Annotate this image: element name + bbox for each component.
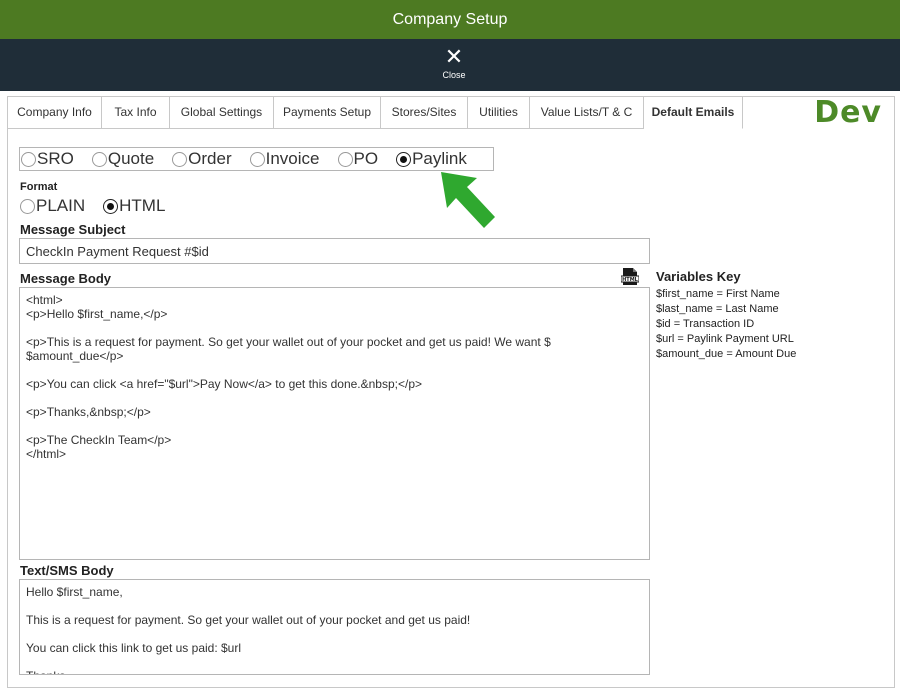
text-line: Thanks (26, 669, 643, 674)
sms-body-textarea[interactable]: Hello $first_name, This is a request for … (19, 579, 650, 675)
radio-circle (20, 198, 35, 214)
radio-paylink[interactable]: Paylink (396, 149, 467, 169)
radio-circle (21, 151, 36, 167)
tab-bar: Company Info Tax Info Global Settings Pa… (8, 97, 743, 129)
text-line: <p>This is a request for payment. So get… (26, 335, 551, 349)
html-file-icon[interactable]: HTML (621, 268, 639, 285)
tab-value-lists[interactable]: Value Lists/T & C (530, 97, 644, 129)
radio-order[interactable]: Order (172, 149, 232, 169)
text-line: </html> (26, 447, 67, 461)
text-line (26, 363, 643, 377)
variable-item: $amount_due = Amount Due (656, 348, 797, 360)
radio-circle (249, 151, 265, 167)
radio-quote[interactable]: Quote (91, 149, 155, 169)
radio-circle (337, 151, 353, 167)
radio-sro[interactable]: SRO (21, 149, 74, 169)
radio-plain[interactable]: PLAIN (20, 196, 85, 216)
radio-html[interactable]: HTML (103, 196, 165, 216)
window-title: Company Setup (392, 11, 508, 28)
radio-label: Invoice (265, 149, 320, 168)
text-line: <p>You can click <a href="$url">Pay Now<… (26, 377, 423, 391)
text-line: <html> (26, 293, 63, 307)
variable-item: $id = Transaction ID (656, 318, 755, 330)
radio-label: Paylink (412, 149, 467, 168)
variables-key-panel: Variables Key $first_name = First Name $… (656, 269, 891, 362)
format-label: Format (20, 181, 58, 193)
close-icon: ✕ (444, 45, 464, 70)
message-subject-label: Message Subject (20, 222, 126, 237)
text-line: <p>Thanks,&nbsp;</p> (26, 405, 151, 419)
variable-item: $last_name = Last Name (656, 303, 779, 315)
radio-circle-selected (396, 151, 412, 167)
email-type-radio-group: SRO Quote Order Invoice PO Paylink (21, 149, 485, 169)
text-line (26, 321, 643, 335)
tab-company-info[interactable]: Company Info (8, 97, 102, 129)
text-line: You can click this link to get us paid: … (26, 641, 242, 655)
close-label: Close (442, 70, 466, 80)
text-line: <p>The CheckIn Team</p> (26, 433, 172, 447)
tab-payments-setup[interactable]: Payments Setup (274, 97, 381, 129)
tab-utilities[interactable]: Utilities (468, 97, 530, 129)
radio-label: HTML (119, 196, 166, 215)
arrow-pointer-icon (441, 172, 495, 228)
tab-stores-sites[interactable]: Stores/Sites (381, 97, 468, 129)
window-title-bar: Company Setup (0, 0, 900, 39)
message-subject-input[interactable]: CheckIn Payment Request #$id (19, 238, 650, 264)
toolbar: ✕ Close (0, 39, 900, 91)
text-line (26, 655, 643, 669)
text-line: This is a request for payment. So get yo… (26, 613, 471, 627)
variables-key-title: Variables Key (656, 269, 741, 284)
text-line (26, 419, 643, 433)
radio-invoice[interactable]: Invoice (249, 149, 320, 169)
radio-circle (172, 151, 188, 167)
radio-circle-selected (103, 198, 119, 214)
close-button[interactable]: ✕ Close (431, 46, 477, 86)
radio-label: Order (188, 149, 232, 168)
text-line (26, 627, 643, 641)
radio-label: Quote (107, 149, 155, 168)
tab-default-emails[interactable]: Default Emails (644, 97, 743, 129)
text-line (26, 599, 643, 613)
radio-label: SRO (37, 149, 74, 168)
radio-label: PLAIN (36, 196, 86, 215)
text-line (26, 391, 643, 405)
format-radio-group: PLAIN HTML (20, 196, 183, 216)
radio-label: PO (353, 149, 379, 168)
svg-text:HTML: HTML (622, 277, 639, 283)
radio-circle (91, 151, 107, 167)
text-line: <p>Hello $first_name,</p> (26, 307, 168, 321)
text-line: Hello $first_name, (26, 585, 123, 599)
dev-badge: Dev (814, 95, 882, 130)
text-line: $amount_due</p> (26, 349, 124, 363)
variable-item: $url = Paylink Payment URL (656, 333, 794, 345)
radio-po[interactable]: PO (337, 149, 379, 169)
variable-item: $first_name = First Name (656, 288, 780, 300)
sms-body-label: Text/SMS Body (20, 563, 114, 578)
message-body-label: Message Body (20, 271, 112, 286)
tab-global-settings[interactable]: Global Settings (170, 97, 274, 129)
message-body-textarea[interactable]: <html> <p>Hello $first_name,</p> <p>This i… (19, 287, 650, 560)
tab-tax-info[interactable]: Tax Info (102, 97, 170, 129)
